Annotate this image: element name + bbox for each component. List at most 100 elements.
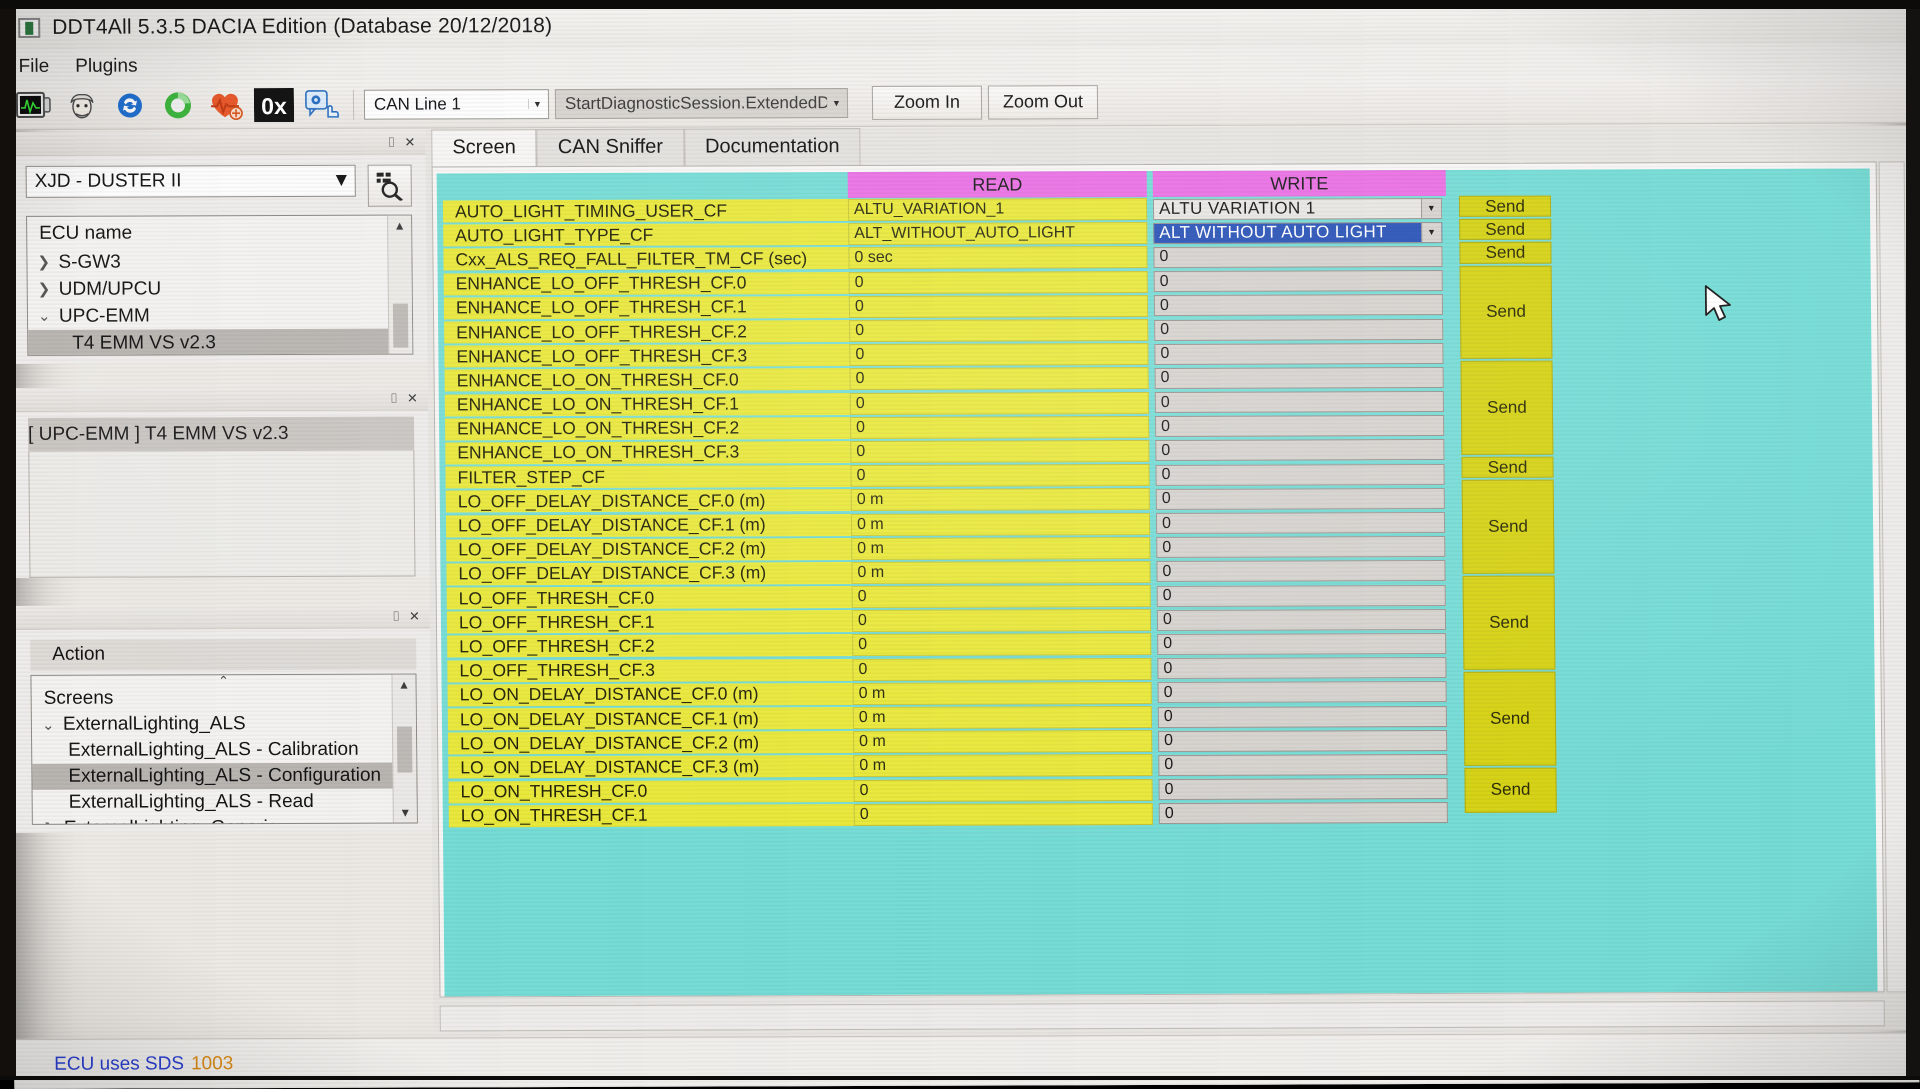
- write-input[interactable]: 0: [1156, 560, 1445, 582]
- write-input[interactable]: 0: [1158, 705, 1447, 727]
- write-input[interactable]: 0: [1159, 802, 1448, 824]
- status-text: ECU uses SDS: [54, 1053, 184, 1075]
- close-icon[interactable]: ✕: [409, 608, 420, 624]
- status-bar: ECU uses SDS 1003: [14, 1032, 1920, 1089]
- ecu-item-label: UDM/UPCU: [59, 278, 162, 300]
- write-input[interactable]: 0: [1155, 464, 1444, 486]
- send-button[interactable]: Send: [1460, 361, 1553, 455]
- write-input[interactable]: 0: [1155, 439, 1444, 461]
- parameter-name: Cxx_ALS_REQ_FALL_FILTER_TM_CF (sec): [443, 248, 848, 271]
- tab-screen[interactable]: Screen: [431, 129, 537, 166]
- close-icon[interactable]: ✕: [407, 390, 418, 406]
- write-input[interactable]: 0: [1157, 609, 1446, 631]
- session-select[interactable]: StartDiagnosticSession.ExtendedDiag ▼: [555, 88, 848, 119]
- write-value: 0: [1159, 248, 1168, 266]
- send-button[interactable]: Send: [1459, 196, 1551, 218]
- write-input[interactable]: 0: [1156, 488, 1445, 510]
- hex-0x-icon[interactable]: 0x: [253, 84, 295, 124]
- ecu-item-upc-emm[interactable]: ⌄ UPC-EMM: [28, 302, 412, 330]
- menu-item-file[interactable]: File: [18, 56, 49, 78]
- ecu-item-t4-emm-vs[interactable]: T4 EMM VS v2.3: [28, 329, 412, 356]
- write-select[interactable]: ALTU VARIATION 1▼: [1153, 198, 1442, 220]
- scroll-down-icon[interactable]: ▼: [399, 803, 411, 823]
- float-icon[interactable]: ⌷: [390, 390, 398, 406]
- write-input[interactable]: 0: [1157, 585, 1446, 607]
- write-input[interactable]: 0: [1153, 246, 1442, 268]
- close-icon[interactable]: ✕: [404, 134, 415, 150]
- session-value: StartDiagnosticSession.ExtendedDiag: [565, 93, 827, 114]
- write-input[interactable]: 0: [1158, 778, 1447, 800]
- parameter-grid: READ WRITE AUTO_LIGHT_TIMING_USER_CFALTU…: [437, 168, 1878, 996]
- screens-item-externallighting-generic[interactable]: ❯ ExternalLighting_Generic: [33, 815, 417, 825]
- scroll-thumb[interactable]: [393, 304, 408, 348]
- send-button[interactable]: Send: [1462, 480, 1555, 574]
- refresh-green-icon[interactable]: [157, 85, 199, 125]
- scroll-thumb[interactable]: [397, 727, 412, 773]
- ecu-item-udm-upcu[interactable]: ❯ UDM/UPCU: [28, 275, 412, 303]
- write-select[interactable]: ALT WITHOUT AUTO LIGHT▼: [1153, 222, 1442, 244]
- gear-click-icon[interactable]: [301, 84, 343, 124]
- write-input[interactable]: 0: [1154, 294, 1443, 316]
- write-input[interactable]: 0: [1155, 415, 1444, 437]
- tab-can-sniffer[interactable]: CAN Sniffer: [537, 129, 685, 167]
- refresh-blue-icon[interactable]: [109, 85, 151, 125]
- vehicle-select[interactable]: XJD - DUSTER II ▼: [26, 165, 356, 198]
- screens-item-configuration[interactable]: ExternalLighting_ALS - Configuration: [32, 763, 416, 790]
- read-value: 0 m: [851, 561, 1150, 584]
- write-input[interactable]: 0: [1154, 319, 1443, 341]
- ecu-search-icon[interactable]: [368, 165, 412, 207]
- screen-surface: DDT4All 5.3.5 DACIA Edition (Database 20…: [4, 0, 1919, 1089]
- chevron-down-icon[interactable]: ▼: [1421, 223, 1441, 242]
- send-button[interactable]: Send: [1464, 767, 1556, 813]
- write-input[interactable]: 0: [1157, 657, 1446, 679]
- write-input[interactable]: 0: [1154, 270, 1443, 292]
- parameter-name: ENHANCE_LO_OFF_THRESH_CF.0: [444, 272, 849, 295]
- send-button[interactable]: Send: [1461, 457, 1553, 479]
- write-input[interactable]: 0: [1156, 512, 1445, 534]
- float-icon[interactable]: ⌷: [392, 608, 400, 624]
- screens-item-read[interactable]: ExternalLighting_ALS - Read: [33, 789, 417, 816]
- read-value: 0: [852, 609, 1151, 632]
- float-icon[interactable]: ⌷: [388, 134, 396, 150]
- screens-list[interactable]: ⌃ Screens ⌄ ExternalLighting_ALS Externa…: [30, 674, 417, 825]
- write-input[interactable]: 0: [1156, 536, 1445, 558]
- write-input[interactable]: 0: [1158, 730, 1447, 752]
- ecu-item-s-gw3[interactable]: ❯ S-GW3: [27, 248, 411, 276]
- write-input[interactable]: 0: [1155, 367, 1444, 389]
- write-input[interactable]: 0: [1158, 681, 1447, 703]
- send-button[interactable]: Send: [1463, 672, 1556, 766]
- chevron-right-icon: ❯: [37, 255, 50, 270]
- write-value: 0: [1162, 563, 1171, 581]
- tab-documentation[interactable]: Documentation: [684, 128, 861, 166]
- send-button[interactable]: Send: [1459, 219, 1551, 241]
- zoom-in-button[interactable]: Zoom In: [872, 85, 982, 119]
- heartbeat-icon[interactable]: [205, 85, 247, 125]
- ecu-item-label: UPC-EMM: [59, 305, 150, 327]
- scroll-up-icon[interactable]: ▲: [394, 216, 406, 236]
- write-input[interactable]: 0: [1154, 343, 1443, 365]
- ecu-list-scrollbar[interactable]: ▲ ▼: [387, 216, 412, 354]
- parameter-name: ENHANCE_LO_ON_THRESH_CF.0: [445, 368, 850, 391]
- content-horizontal-scrollbar[interactable]: [440, 1000, 1885, 1031]
- parameter-name: LO_OFF_THRESH_CF.2: [447, 635, 852, 658]
- send-button[interactable]: Send: [1463, 576, 1556, 670]
- scope-icon[interactable]: [13, 85, 55, 125]
- write-input[interactable]: 0: [1157, 633, 1446, 655]
- parameter-name: LO_ON_DELAY_DISTANCE_CF.0 (m): [448, 683, 853, 706]
- screens-item-externallighting-als[interactable]: ⌄ ExternalLighting_ALS: [32, 711, 416, 738]
- menu-item-plugins[interactable]: Plugins: [75, 56, 138, 78]
- einstein-icon[interactable]: [61, 85, 103, 125]
- write-input[interactable]: 0: [1155, 391, 1444, 413]
- ecu-list[interactable]: ECU name ❯ S-GW3 ❯ UDM/UPCU ⌄ UPC-EMM T4…: [26, 215, 413, 356]
- send-button[interactable]: Send: [1459, 242, 1551, 264]
- can-line-select[interactable]: CAN Line 1 ▼: [364, 89, 549, 120]
- screens-item-calibration[interactable]: ExternalLighting_ALS - Calibration: [32, 737, 416, 764]
- read-value: ALT_WITHOUT_AUTO_LIGHT: [848, 222, 1147, 245]
- send-button[interactable]: Send: [1460, 265, 1553, 359]
- table-row: LO_ON_THRESH_CF.100: [443, 799, 1876, 828]
- write-input[interactable]: 0: [1158, 754, 1447, 776]
- screens-list-scrollbar[interactable]: ▲ ▼: [391, 675, 416, 823]
- zoom-out-button[interactable]: Zoom Out: [988, 85, 1098, 119]
- scroll-up-icon[interactable]: ▲: [398, 675, 410, 695]
- chevron-down-icon[interactable]: ▼: [1421, 199, 1441, 218]
